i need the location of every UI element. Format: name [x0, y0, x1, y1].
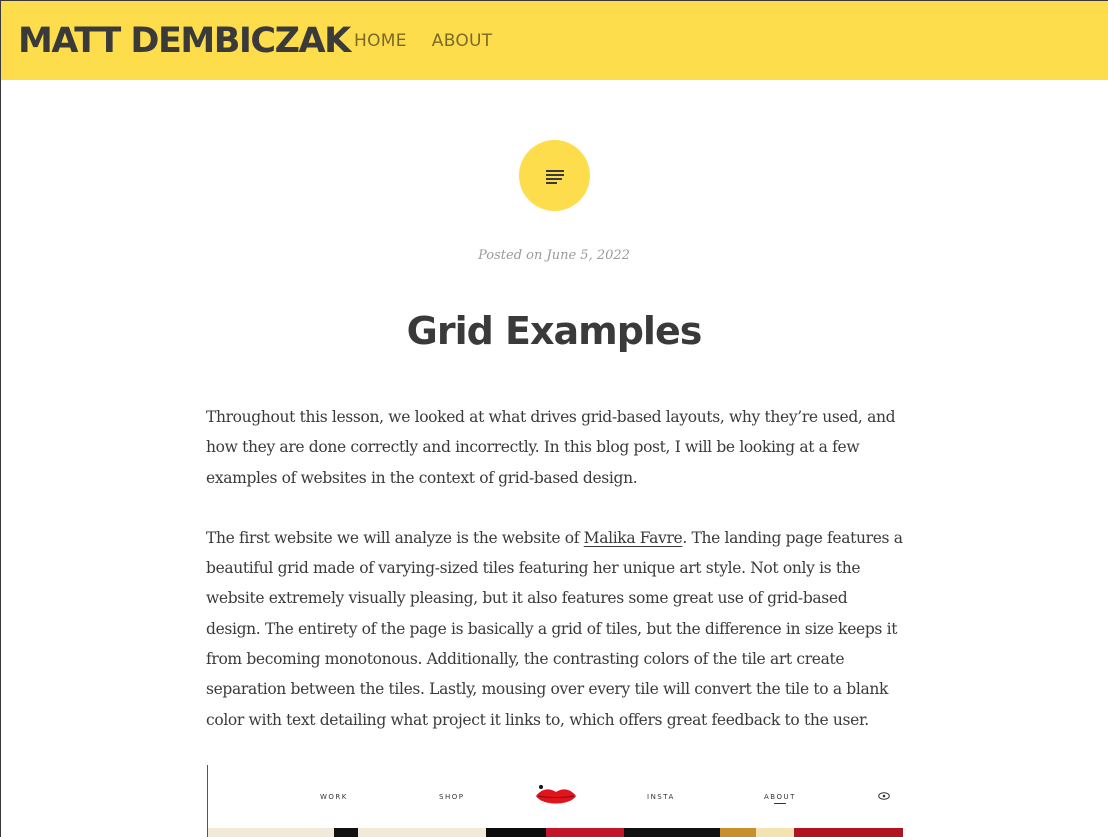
paragraph-text: The first website we will analyze is the…	[206, 528, 584, 547]
site-title[interactable]: MATT DEMBICZAK	[18, 19, 351, 63]
nav-about[interactable]: ABOUT	[432, 30, 493, 52]
main-nav: HOME ABOUT	[354, 30, 492, 52]
tile	[756, 828, 794, 837]
eye-icon	[878, 792, 890, 800]
post-content: Throughout this lesson, we looked at wha…	[206, 402, 906, 765]
screenshot-nav-shop: SHOP	[439, 793, 465, 801]
tile	[720, 828, 756, 837]
posted-prefix: Posted on	[478, 248, 543, 263]
tile	[334, 828, 358, 837]
tile	[624, 828, 720, 837]
nav-home[interactable]: HOME	[354, 30, 407, 52]
tile	[486, 828, 546, 837]
standard-post-icon	[519, 140, 590, 211]
tile	[546, 828, 624, 837]
post-date: Posted on June 5, 2022	[0, 247, 1108, 265]
lips-icon	[536, 785, 576, 804]
site-header: MATT DEMBICZAK HOME ABOUT	[1, 1, 1108, 80]
paragraph-intro: Throughout this lesson, we looked at wha…	[206, 408, 896, 487]
paragraph-text: . The landing page features a beautiful …	[206, 528, 903, 729]
screenshot-nav-insta: INSTA	[647, 793, 675, 801]
screenshot-tile-strip	[208, 828, 903, 837]
website-screenshot-image: WORK SHOP INSTA ABOUT	[207, 765, 903, 837]
tile	[208, 828, 334, 837]
tile	[358, 828, 486, 837]
post-title: Grid Examples	[406, 309, 703, 353]
screenshot-active-underline	[774, 803, 786, 804]
paragraph-malika: The first website we will analyze is the…	[206, 523, 906, 735]
screenshot-nav-about: ABOUT	[764, 793, 796, 801]
tile	[794, 828, 903, 837]
screenshot-nav-work: WORK	[320, 793, 348, 801]
malika-favre-link[interactable]: Malika Favre	[584, 529, 683, 547]
posted-date-link[interactable]: June 5, 2022	[547, 248, 630, 263]
